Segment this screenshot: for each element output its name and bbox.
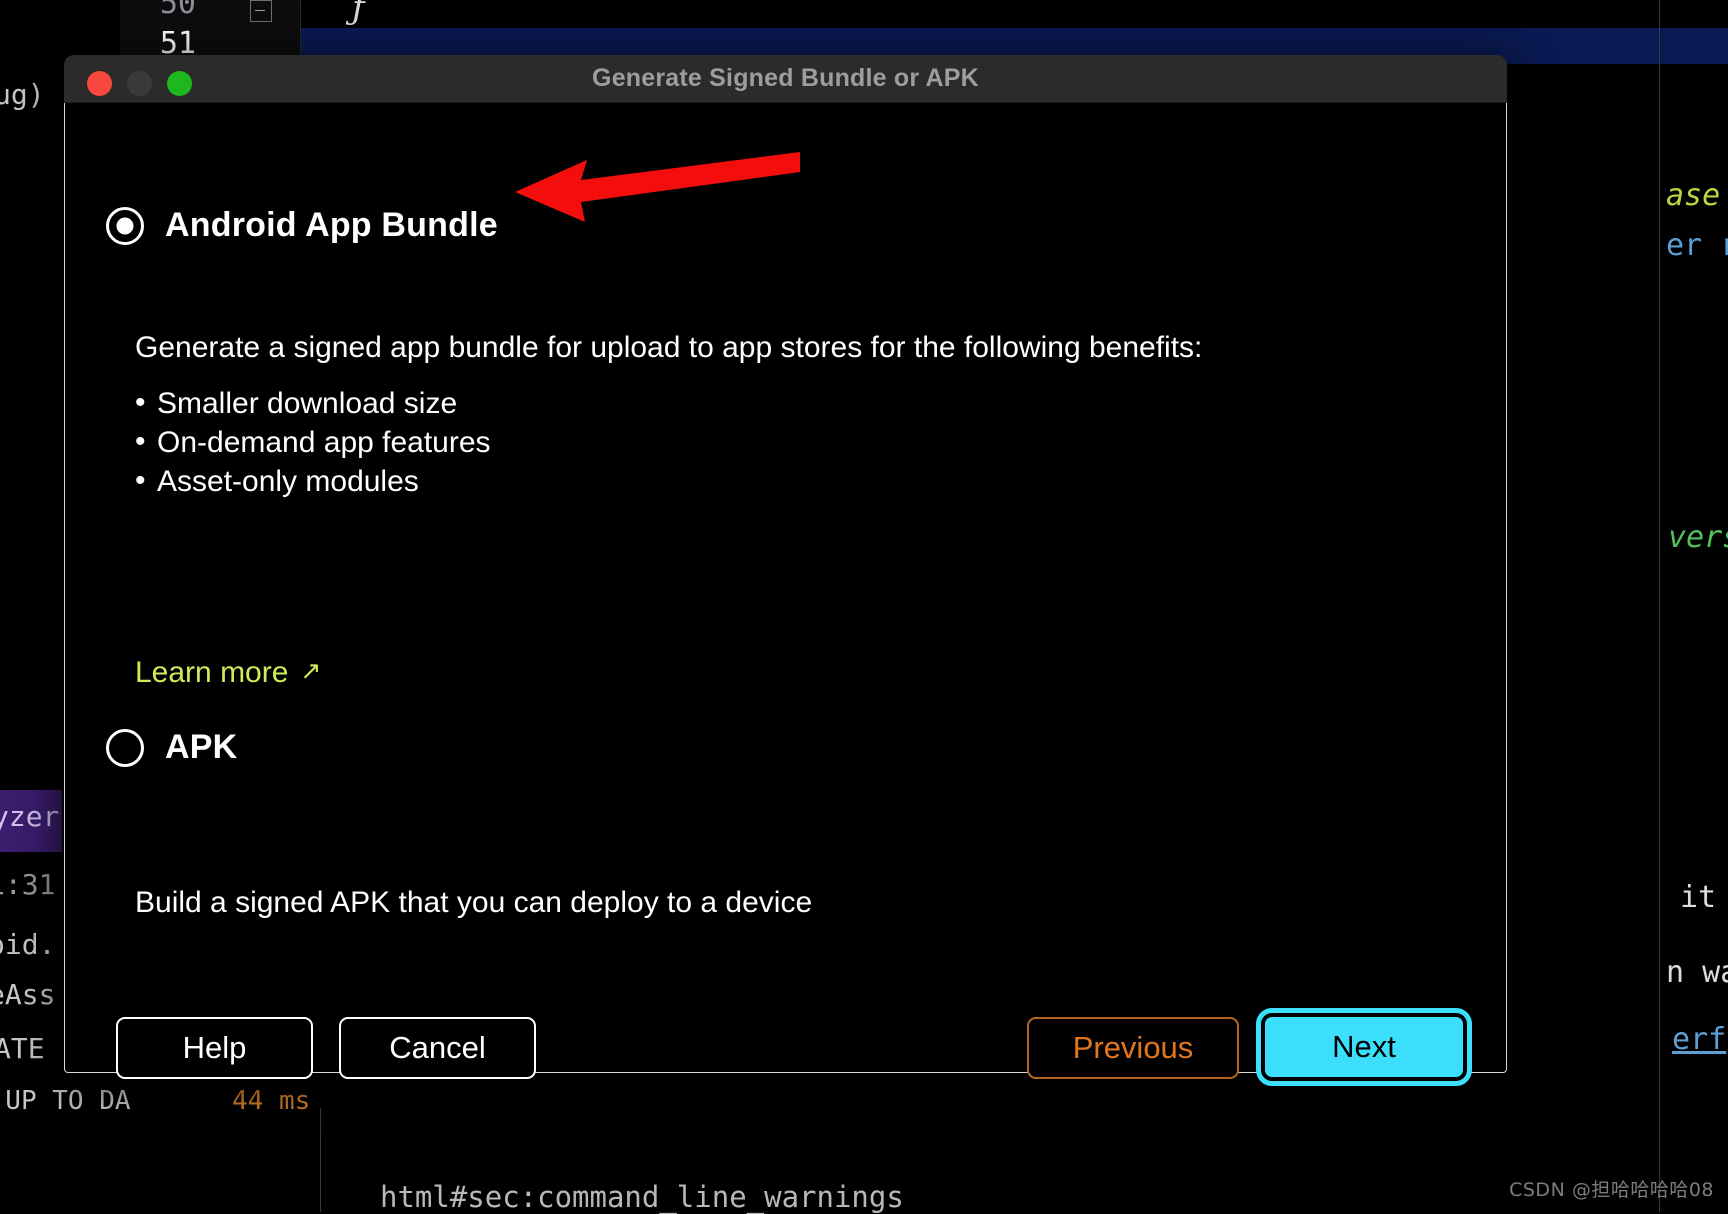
android-app-bundle-description: Generate a signed app bundle for upload … [135, 331, 1203, 364]
help-button[interactable]: Help [116, 1017, 313, 1079]
code-fragment-right: n wa [1666, 955, 1728, 990]
code-fragment-left: 44 ms [232, 1086, 311, 1116]
list-item: Smaller download size [133, 383, 491, 423]
list-item: On-demand app features [133, 422, 491, 462]
watermark: CSDN @担哈哈哈哈08 [1509, 1179, 1714, 1201]
radio-option-android-app-bundle[interactable]: Android App Bundle [106, 206, 498, 245]
code-fragment-left: oid. [0, 928, 56, 961]
next-button[interactable]: Next [1256, 1008, 1472, 1086]
apk-description: Build a signed APK that you can deploy t… [135, 886, 813, 919]
panel-divider [1659, 0, 1660, 1212]
code-fragment-left: yzer [0, 800, 60, 833]
code-fragment-left: ATE [0, 1032, 45, 1065]
code-fold-icon[interactable] [250, 0, 272, 22]
learn-more-label: Learn more [135, 656, 289, 689]
external-link-arrow-icon: ↗ [300, 656, 322, 685]
benefits-list: Smaller download size On-demand app feat… [133, 383, 491, 501]
radio-label-apk: APK [165, 728, 238, 766]
radio-icon-selected[interactable] [106, 206, 144, 245]
code-fragment-left: ug) [0, 78, 45, 111]
dialog-content: Android App Bundle Generate a signed app… [64, 103, 1507, 1086]
code-fragment-right: ase [1666, 178, 1721, 213]
cancel-button[interactable]: Cancel [339, 1017, 536, 1079]
code-fragment-right: vers [1668, 520, 1728, 555]
gutter-line-number: 50 [159, 0, 196, 21]
list-item: Asset-only modules [133, 461, 491, 501]
code-fragment-left: o UP TO DA [5, 1086, 131, 1116]
panel-divider-bottom [320, 1108, 321, 1212]
code-fragment-left: 1:31 [0, 868, 56, 901]
code-fragment-right: it [1680, 880, 1717, 915]
generate-signed-bundle-dialog: Generate Signed Bundle or APK Android Ap… [64, 55, 1507, 1086]
radio-option-apk[interactable]: APK [106, 728, 237, 767]
radio-label-android-app-bundle: Android App Bundle [165, 206, 498, 244]
code-fragment-right-link[interactable]: erf [1672, 1022, 1726, 1057]
learn-more-link[interactable]: Learn more ↗ [135, 656, 321, 690]
code-fragment-bottom: html#sec:command_line_warnings [380, 1180, 904, 1214]
previous-button[interactable]: Previous [1027, 1017, 1239, 1079]
dialog-titlebar[interactable]: Generate Signed Bundle or APK [64, 55, 1507, 103]
code-fragment-left: eAss [0, 978, 56, 1011]
code-fragment-right: er r [1666, 228, 1728, 263]
dialog-title: Generate Signed Bundle or APK [592, 64, 979, 92]
radio-icon-unselected[interactable] [106, 728, 144, 767]
code-glyph-function: ƒ [352, 0, 365, 28]
